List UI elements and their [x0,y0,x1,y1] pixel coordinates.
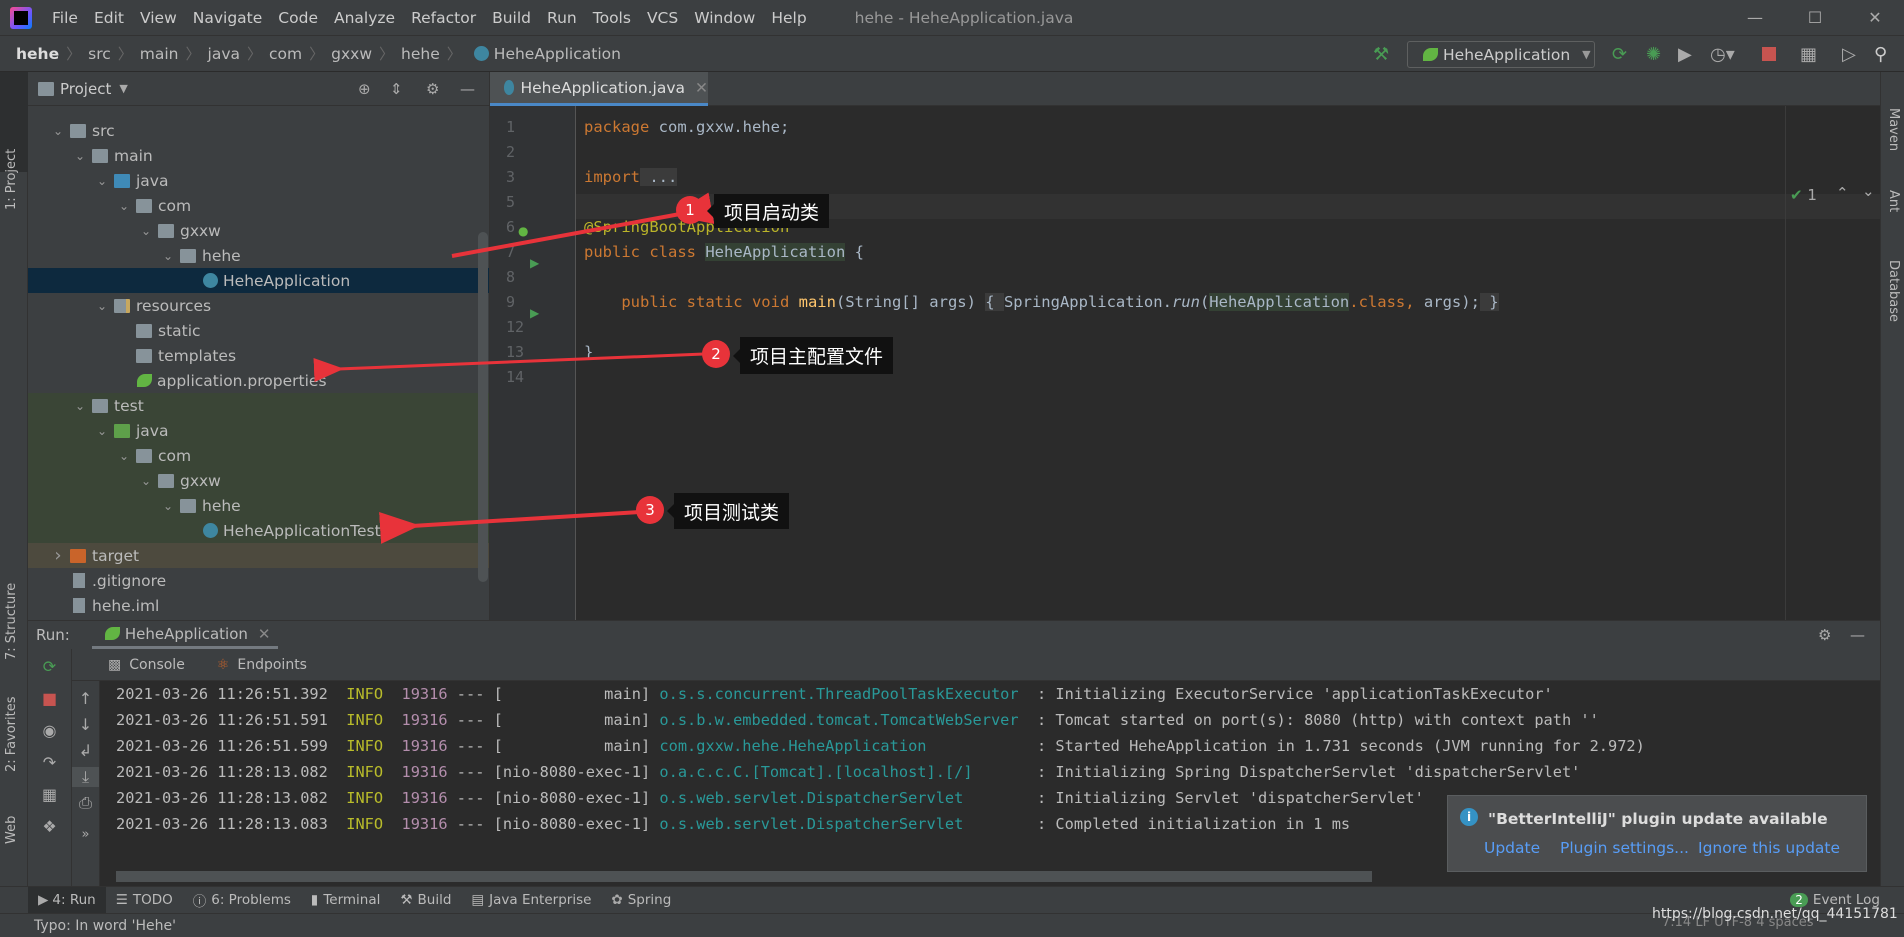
arrow-1 [451,192,715,258]
annotation-label-3: 项目测试类 [666,493,790,529]
annotation-label-2: 项目主配置文件 [732,337,894,374]
arrow-2 [313,352,705,382]
annotation-badge-3: 3 [636,496,664,524]
arrow-3 [379,510,641,544]
annotation-badge-1: 1 [676,196,704,224]
annotation-badge-2: 2 [702,340,730,368]
annotation-label-1: 项目启动类 [706,194,830,228]
annotation-arrows [313,192,715,544]
